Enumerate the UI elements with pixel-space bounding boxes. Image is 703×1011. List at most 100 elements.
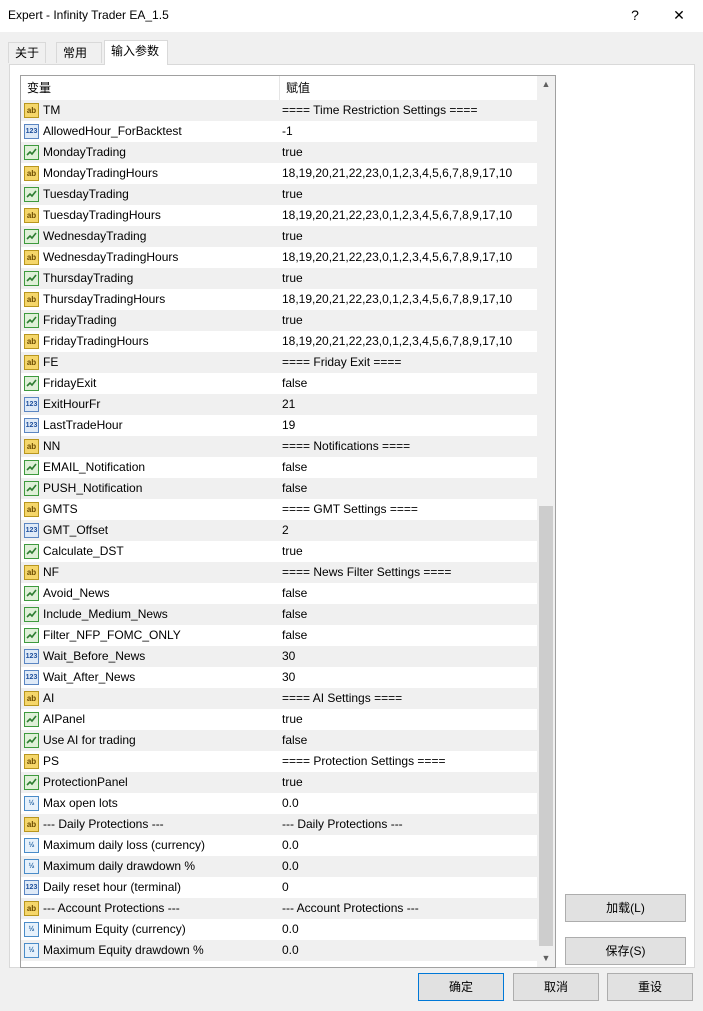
param-row[interactable]: ab --- Daily Protections --- --- Daily Pro…	[21, 814, 537, 835]
param-row[interactable]: ab PS ==== Protection Settings ====	[21, 751, 537, 772]
header-value[interactable]: 赋值	[280, 76, 537, 100]
param-value[interactable]: --- Daily Protections ---	[282, 814, 403, 835]
param-value[interactable]: 21	[282, 394, 295, 415]
param-value[interactable]: true	[282, 268, 303, 289]
param-value[interactable]: false	[282, 625, 307, 646]
param-value[interactable]: 0.0	[282, 835, 299, 856]
param-value[interactable]: 30	[282, 646, 295, 667]
param-row[interactable]: FridayExit false	[21, 373, 537, 394]
param-value[interactable]: true	[282, 709, 303, 730]
param-value[interactable]: 18,19,20,21,22,23,0,1,2,3,4,5,6,7,8,9,17…	[282, 289, 512, 310]
param-row[interactable]: ab WednesdayTradingHours 18,19,20,21,22,23…	[21, 247, 537, 268]
reset-button[interactable]: 重设	[607, 973, 693, 1001]
param-value[interactable]: true	[282, 310, 303, 331]
param-value[interactable]: false	[282, 373, 307, 394]
param-row[interactable]: ab FE ==== Friday Exit ====	[21, 352, 537, 373]
param-row[interactable]: ab --- Account Protections --- --- Account…	[21, 898, 537, 919]
param-value[interactable]: false	[282, 730, 307, 751]
param-value[interactable]: false	[282, 478, 307, 499]
cancel-button[interactable]: 取消	[513, 973, 599, 1001]
param-row[interactable]: TuesdayTrading true	[21, 184, 537, 205]
tab-about[interactable]: 关于	[8, 42, 46, 63]
scroll-down-icon[interactable]: ▼	[537, 950, 555, 967]
param-row[interactable]: ab FridayTradingHours 18,19,20,21,22,23,0,…	[21, 331, 537, 352]
tab-inputs[interactable]: 输入参数	[104, 40, 168, 65]
param-value[interactable]: 18,19,20,21,22,23,0,1,2,3,4,5,6,7,8,9,17…	[282, 205, 512, 226]
param-value[interactable]: true	[282, 226, 303, 247]
param-row[interactable]: ab NF ==== News Filter Settings ====	[21, 562, 537, 583]
scroll-up-icon[interactable]: ▲	[537, 76, 555, 93]
param-value[interactable]: 0	[282, 877, 289, 898]
param-value[interactable]: ==== AI Settings ====	[282, 688, 402, 709]
param-value[interactable]: ==== News Filter Settings ====	[282, 562, 451, 583]
close-button[interactable]: ✕	[664, 4, 694, 26]
param-value[interactable]: -1	[282, 121, 293, 142]
ok-button[interactable]: 确定	[418, 973, 504, 1001]
param-value[interactable]: true	[282, 772, 303, 793]
help-button[interactable]: ?	[620, 4, 650, 26]
param-row[interactable]: ThursdayTrading true	[21, 268, 537, 289]
param-value[interactable]: ==== Protection Settings ====	[282, 751, 445, 772]
param-row[interactable]: 123 GMT_Offset 2	[21, 520, 537, 541]
param-row[interactable]: AIPanel true	[21, 709, 537, 730]
param-row[interactable]: Filter_NFP_FOMC_ONLY false	[21, 625, 537, 646]
param-value[interactable]: 0.0	[282, 940, 299, 961]
param-value[interactable]: false	[282, 457, 307, 478]
param-row[interactable]: ab GMTS ==== GMT Settings ====	[21, 499, 537, 520]
param-row[interactable]: 123 Daily reset hour (terminal) 0	[21, 877, 537, 898]
param-value[interactable]: --- Account Protections ---	[282, 898, 419, 919]
param-row[interactable]: MondayTrading true	[21, 142, 537, 163]
param-value[interactable]: 0.0	[282, 919, 299, 940]
param-value[interactable]: false	[282, 604, 307, 625]
param-value[interactable]: 0.0	[282, 856, 299, 877]
scroll-thumb[interactable]	[539, 506, 553, 946]
param-value[interactable]: 18,19,20,21,22,23,0,1,2,3,4,5,6,7,8,9,17…	[282, 331, 512, 352]
vertical-scrollbar[interactable]: ▲ ▼	[537, 76, 555, 967]
param-row[interactable]: ½ Maximum Equity drawdown % 0.0	[21, 940, 537, 961]
param-row[interactable]: ab TuesdayTradingHours 18,19,20,21,22,23,0…	[21, 205, 537, 226]
param-row[interactable]: ½ Maximum daily loss (currency) 0.0	[21, 835, 537, 856]
param-row[interactable]: PUSH_Notification false	[21, 478, 537, 499]
param-value[interactable]: ==== GMT Settings ====	[282, 499, 418, 520]
param-value[interactable]: 2	[282, 520, 289, 541]
param-row[interactable]: ab NN ==== Notifications ====	[21, 436, 537, 457]
param-row[interactable]: Include_Medium_News false	[21, 604, 537, 625]
header-variable[interactable]: 变量	[21, 76, 279, 100]
param-value[interactable]: 18,19,20,21,22,23,0,1,2,3,4,5,6,7,8,9,17…	[282, 247, 512, 268]
parameters-grid[interactable]: 变量 赋值 ab TM ==== Time Restriction Settings…	[20, 75, 556, 968]
param-row[interactable]: WednesdayTrading true	[21, 226, 537, 247]
save-button[interactable]: 保存(S)	[565, 937, 686, 965]
param-row[interactable]: EMAIL_Notification false	[21, 457, 537, 478]
param-value[interactable]: ==== Notifications ====	[282, 436, 410, 457]
param-value[interactable]: 19	[282, 415, 295, 436]
param-value[interactable]: false	[282, 583, 307, 604]
param-row[interactable]: 123 AllowedHour_ForBacktest -1	[21, 121, 537, 142]
param-row[interactable]: ab AI ==== AI Settings ====	[21, 688, 537, 709]
tab-common[interactable]: 常用	[56, 42, 102, 63]
param-row[interactable]: Use AI for trading false	[21, 730, 537, 751]
boolean-icon	[24, 271, 39, 286]
param-value[interactable]: 30	[282, 667, 295, 688]
param-value[interactable]: 18,19,20,21,22,23,0,1,2,3,4,5,6,7,8,9,17…	[282, 163, 512, 184]
param-row[interactable]: 123 Wait_After_News 30	[21, 667, 537, 688]
param-row[interactable]: ½ Max open lots 0.0	[21, 793, 537, 814]
param-row[interactable]: Avoid_News false	[21, 583, 537, 604]
param-row[interactable]: FridayTrading true	[21, 310, 537, 331]
param-row[interactable]: ½ Maximum daily drawdown % 0.0	[21, 856, 537, 877]
param-row[interactable]: ProtectionPanel true	[21, 772, 537, 793]
param-row[interactable]: 123 ExitHourFr 21	[21, 394, 537, 415]
param-row[interactable]: Calculate_DST true	[21, 541, 537, 562]
param-value[interactable]: true	[282, 541, 303, 562]
param-value[interactable]: true	[282, 184, 303, 205]
param-row[interactable]: 123 LastTradeHour 19	[21, 415, 537, 436]
param-row[interactable]: ab ThursdayTradingHours 18,19,20,21,22,23,…	[21, 289, 537, 310]
param-value[interactable]: 0.0	[282, 793, 299, 814]
param-row[interactable]: ab MondayTradingHours 18,19,20,21,22,23,0,…	[21, 163, 537, 184]
param-value[interactable]: true	[282, 142, 303, 163]
load-button[interactable]: 加载(L)	[565, 894, 686, 922]
param-row[interactable]: ab TM ==== Time Restriction Settings ====	[21, 100, 537, 121]
param-row[interactable]: ½ Minimum Equity (currency) 0.0	[21, 919, 537, 940]
param-value[interactable]: ==== Time Restriction Settings ====	[282, 100, 477, 121]
param-value[interactable]: ==== Friday Exit ====	[282, 352, 401, 373]
param-row[interactable]: 123 Wait_Before_News 30	[21, 646, 537, 667]
